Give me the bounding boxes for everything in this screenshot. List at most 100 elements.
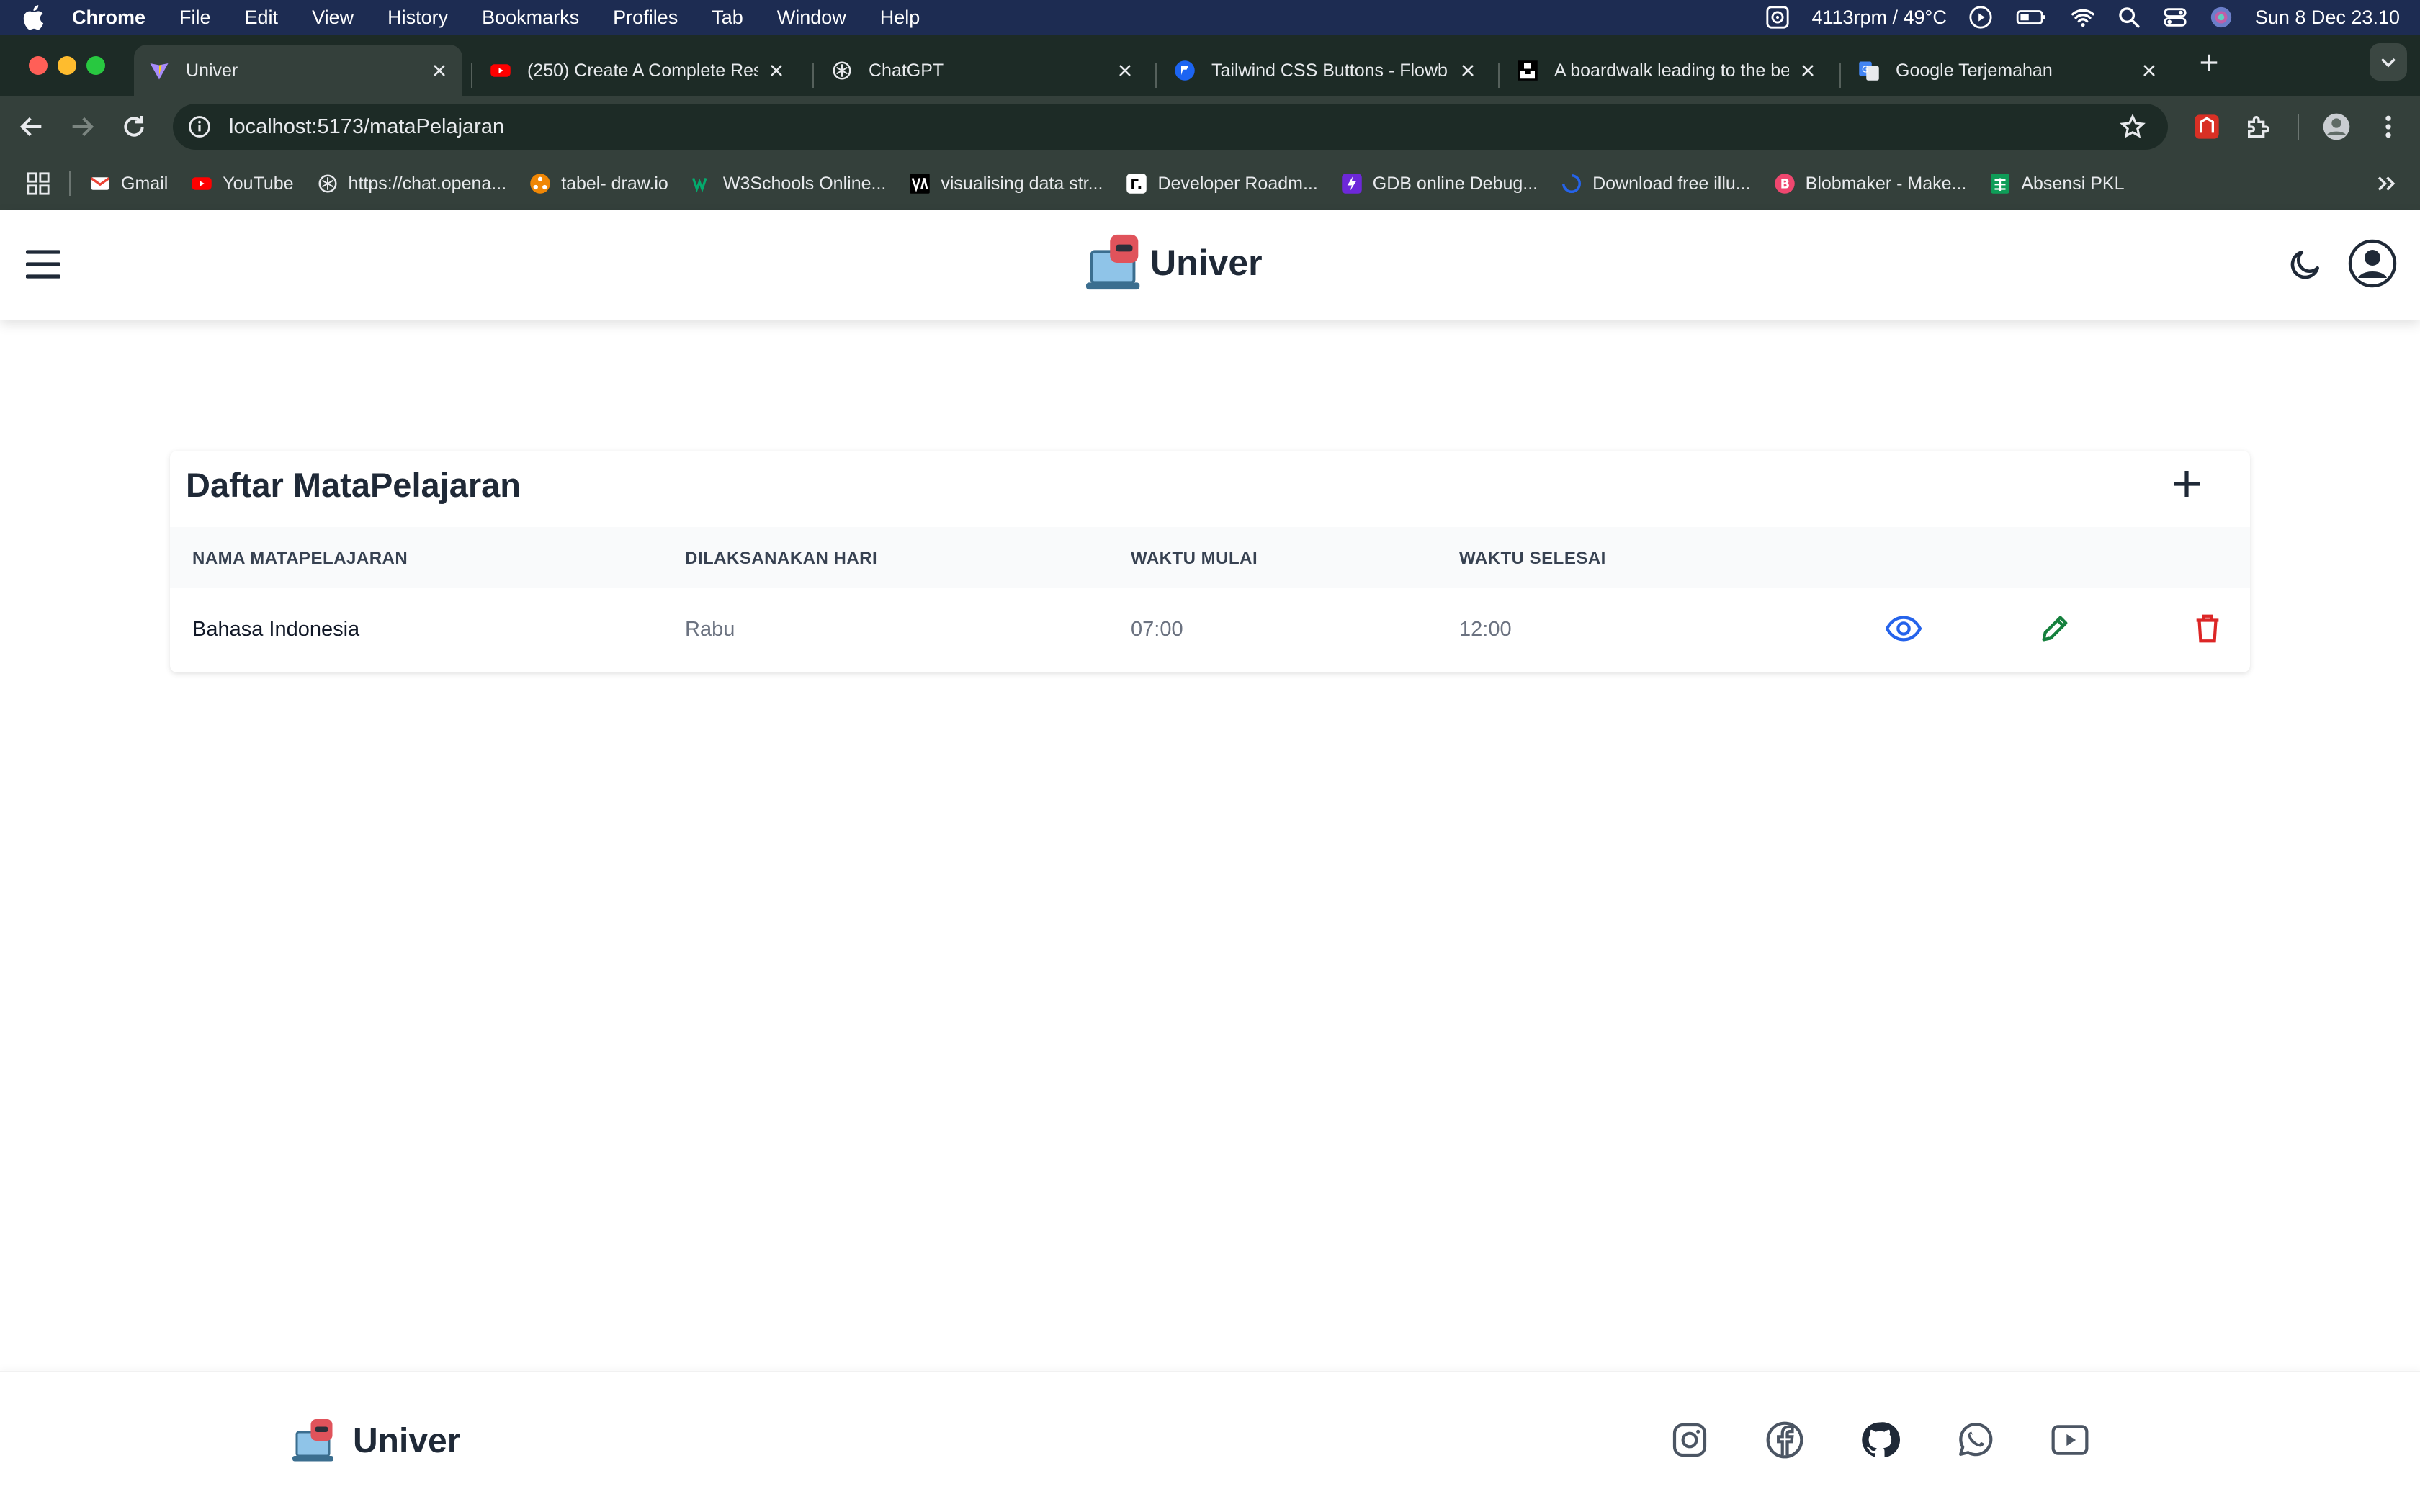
youtube-icon[interactable] — [2050, 1420, 2090, 1460]
bookmark-absensi-pkl[interactable]: Absensi PKL — [1989, 173, 2124, 194]
bookmark-roadmap[interactable]: Developer Roadm... — [1126, 173, 1318, 194]
menu-history[interactable]: History — [387, 6, 448, 29]
menu-bookmarks[interactable]: Bookmarks — [482, 6, 579, 29]
window-close-button[interactable] — [29, 56, 48, 75]
footer-brand-link[interactable]: Univer — [291, 1417, 460, 1464]
extension-adblock-icon[interactable] — [2192, 112, 2221, 141]
user-avatar-icon[interactable] — [2348, 239, 2397, 288]
menu-tab[interactable]: Tab — [712, 6, 743, 29]
profile-avatar-icon[interactable] — [2322, 112, 2351, 141]
bookmark-star-icon[interactable] — [2119, 113, 2146, 140]
bookmark-youtube[interactable]: YouTube — [191, 173, 294, 194]
hamburger-menu-icon[interactable] — [26, 249, 60, 279]
bookmark-label: YouTube — [223, 173, 294, 194]
forward-icon[interactable] — [68, 112, 97, 141]
play-icon[interactable] — [1968, 5, 1993, 30]
fan-icon[interactable] — [1765, 5, 1790, 30]
tab-close-icon[interactable] — [1799, 62, 1816, 79]
bookmark-label: W3Schools Online... — [722, 173, 887, 194]
spotlight-search-icon[interactable] — [2117, 5, 2141, 30]
clock-text[interactable]: Sun 8 Dec 23.10 — [2255, 6, 2400, 29]
dark-mode-moon-icon[interactable] — [2287, 246, 2323, 282]
control-center-icon[interactable] — [2163, 5, 2187, 30]
mata-pelajaran-card: Daftar MataPelajaran NAMA MATAPELAJARAN … — [170, 451, 2250, 672]
siri-icon[interactable] — [2209, 5, 2233, 30]
whatsapp-icon[interactable] — [1955, 1420, 1995, 1460]
bookmark-chat-openai[interactable]: https://chat.opena... — [317, 173, 506, 194]
laptop-logo-icon — [292, 1419, 333, 1462]
menu-help[interactable]: Help — [880, 6, 920, 29]
tab-chatgpt[interactable]: ChatGPT — [817, 45, 1148, 96]
github-icon[interactable] — [1860, 1420, 1900, 1460]
bookmark-label: GDB online Debug... — [1372, 173, 1538, 194]
address-bar[interactable]: localhost:5173/mataPelajaran — [173, 104, 2168, 150]
battery-icon[interactable] — [2015, 5, 2049, 30]
tab-univer[interactable]: Univer — [134, 45, 462, 96]
menu-edit[interactable]: Edit — [245, 6, 279, 29]
bookmark-w3schools[interactable]: W3Schools Online... — [691, 173, 887, 194]
column-header-mulai: WAKTU MULAI — [1131, 549, 1258, 568]
bookmark-label: Developer Roadm... — [1157, 173, 1318, 194]
browser-menu-icon[interactable] — [2374, 112, 2403, 141]
tab-boardwalk[interactable]: A boardwalk leading to the be — [1502, 45, 1831, 96]
tab-separator — [1155, 63, 1157, 88]
tab-separator — [471, 63, 472, 88]
tab-close-icon[interactable] — [1459, 62, 1476, 79]
apps-grid-icon[interactable] — [26, 171, 50, 196]
menu-app-name[interactable]: Chrome — [72, 6, 145, 29]
add-icon[interactable] — [2169, 467, 2204, 501]
menu-view[interactable]: View — [312, 6, 354, 29]
bookmark-gmail[interactable]: Gmail — [89, 173, 168, 194]
bookmark-visualgo[interactable]: visualising data str... — [909, 173, 1103, 194]
wifi-icon[interactable] — [2071, 5, 2095, 30]
window-minimize-button[interactable] — [58, 56, 76, 75]
bookmarks-divider — [69, 171, 71, 196]
delete-trash-icon[interactable] — [2190, 612, 2226, 645]
edit-pencil-icon[interactable] — [2037, 612, 2073, 645]
app-footer: Univer — [0, 1371, 2420, 1512]
menu-file[interactable]: File — [179, 6, 211, 29]
tab-google-translate[interactable]: G Google Terjemahan — [1844, 45, 2172, 96]
column-header-selesai: WAKTU SELESAI — [1459, 549, 1606, 568]
view-eye-icon[interactable] — [1886, 612, 1922, 645]
tab-close-icon[interactable] — [431, 62, 448, 79]
tab-separator — [1839, 63, 1841, 88]
brand-logo-link[interactable]: Univer — [1084, 232, 1263, 294]
tab-close-icon[interactable] — [2141, 62, 2158, 79]
facebook-icon[interactable] — [1765, 1420, 1805, 1460]
window-zoom-button[interactable] — [86, 56, 105, 75]
menu-profiles[interactable]: Profiles — [613, 6, 678, 29]
page-title: Daftar MataPelajaran — [186, 466, 521, 504]
new-tab-icon[interactable] — [2198, 52, 2220, 73]
tab-title: A boardwalk leading to the be — [1554, 60, 1789, 81]
browser-toolbar: localhost:5173/mataPelajaran — [0, 96, 2420, 157]
table-header: NAMA MATAPELAJARAN DILAKSANAKAN HARI WAK… — [170, 527, 2250, 588]
blobmaker-icon: B — [1774, 174, 1795, 194]
bookmark-label: Absensi PKL — [2021, 173, 2125, 194]
more-bookmarks-icon[interactable] — [2374, 171, 2398, 196]
site-info-icon[interactable] — [187, 114, 212, 139]
bookmark-drawio[interactable]: tabel- draw.io — [529, 173, 668, 194]
toolbar-divider — [2298, 114, 2299, 140]
bookmark-blobmaker[interactable]: B Blobmaker - Make... — [1774, 173, 1966, 194]
fan-speed-text: 4113rpm / 49°C — [1811, 6, 1947, 28]
google-sheets-icon — [1991, 174, 2009, 194]
status-area: 4113rpm / 49°C Sun 8 Dec 23.10 — [1765, 5, 2400, 30]
tab-close-icon[interactable] — [768, 62, 785, 79]
extensions-puzzle-icon[interactable] — [2244, 112, 2273, 141]
apple-icon[interactable] — [20, 3, 45, 32]
instagram-icon[interactable] — [1670, 1420, 1710, 1460]
cell-hari: Rabu — [685, 618, 735, 641]
brand-name: Univer — [1150, 243, 1263, 283]
back-icon[interactable] — [17, 112, 46, 141]
url-text[interactable]: localhost:5173/mataPelajaran — [229, 115, 504, 139]
tab-search-button[interactable] — [2370, 43, 2407, 81]
reload-icon[interactable] — [120, 112, 148, 141]
tab-tailwind-buttons[interactable]: Tailwind CSS Buttons - Flowb — [1160, 45, 1491, 96]
tab-close-icon[interactable] — [1116, 62, 1134, 79]
bookmark-gdb[interactable]: GDB online Debug... — [1341, 173, 1538, 194]
tab-youtube-video[interactable]: (250) Create A Complete Res — [475, 45, 799, 96]
menu-window[interactable]: Window — [777, 6, 846, 29]
bookmark-download-illustrations[interactable]: Download free illu... — [1561, 173, 1751, 194]
tab-separator — [812, 63, 814, 88]
